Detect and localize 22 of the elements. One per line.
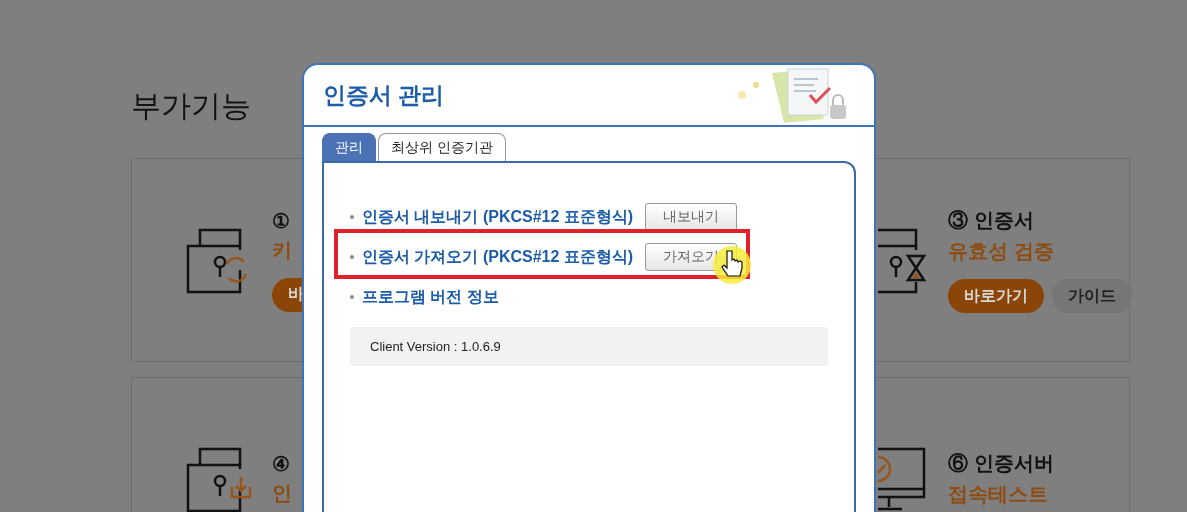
shortcut-button[interactable]: 바로가기 [948, 279, 1044, 313]
card-subheading: 키 [272, 237, 293, 263]
card-heading: ③ 인증서 [948, 208, 1035, 233]
option-label: 인증서 내보내기 (PKCS#12 표준형식) [362, 206, 634, 227]
bullet-icon [350, 255, 354, 259]
bullet-icon [350, 215, 354, 219]
version-info: Client Version : 1.0.6.9 [350, 327, 828, 366]
card-heading: ④ [272, 451, 291, 476]
option-label: 프로그램 버전 정보 [362, 286, 499, 307]
dialog-title: 인증서 관리 [323, 80, 445, 110]
action-button[interactable]: 내보내기 [645, 203, 738, 231]
page-title: 부가기능 [131, 88, 251, 124]
card-subheading: 유효성 검증 [948, 239, 1055, 264]
bullet-icon [350, 295, 354, 299]
tab[interactable]: 최상위 인증기관 [378, 133, 506, 161]
card-subheading: 접속테스트 [948, 482, 1049, 507]
option-label: 인증서 가져오기 (PKCS#12 표준형식) [362, 246, 634, 267]
guide-button[interactable]: 가이드 [1052, 279, 1132, 313]
card-subheading: 인 [272, 480, 292, 506]
tab[interactable]: 관리 [322, 133, 376, 161]
card-heading: ① [272, 208, 291, 233]
card-heading: ⑥ 인증서버 [948, 451, 1054, 476]
